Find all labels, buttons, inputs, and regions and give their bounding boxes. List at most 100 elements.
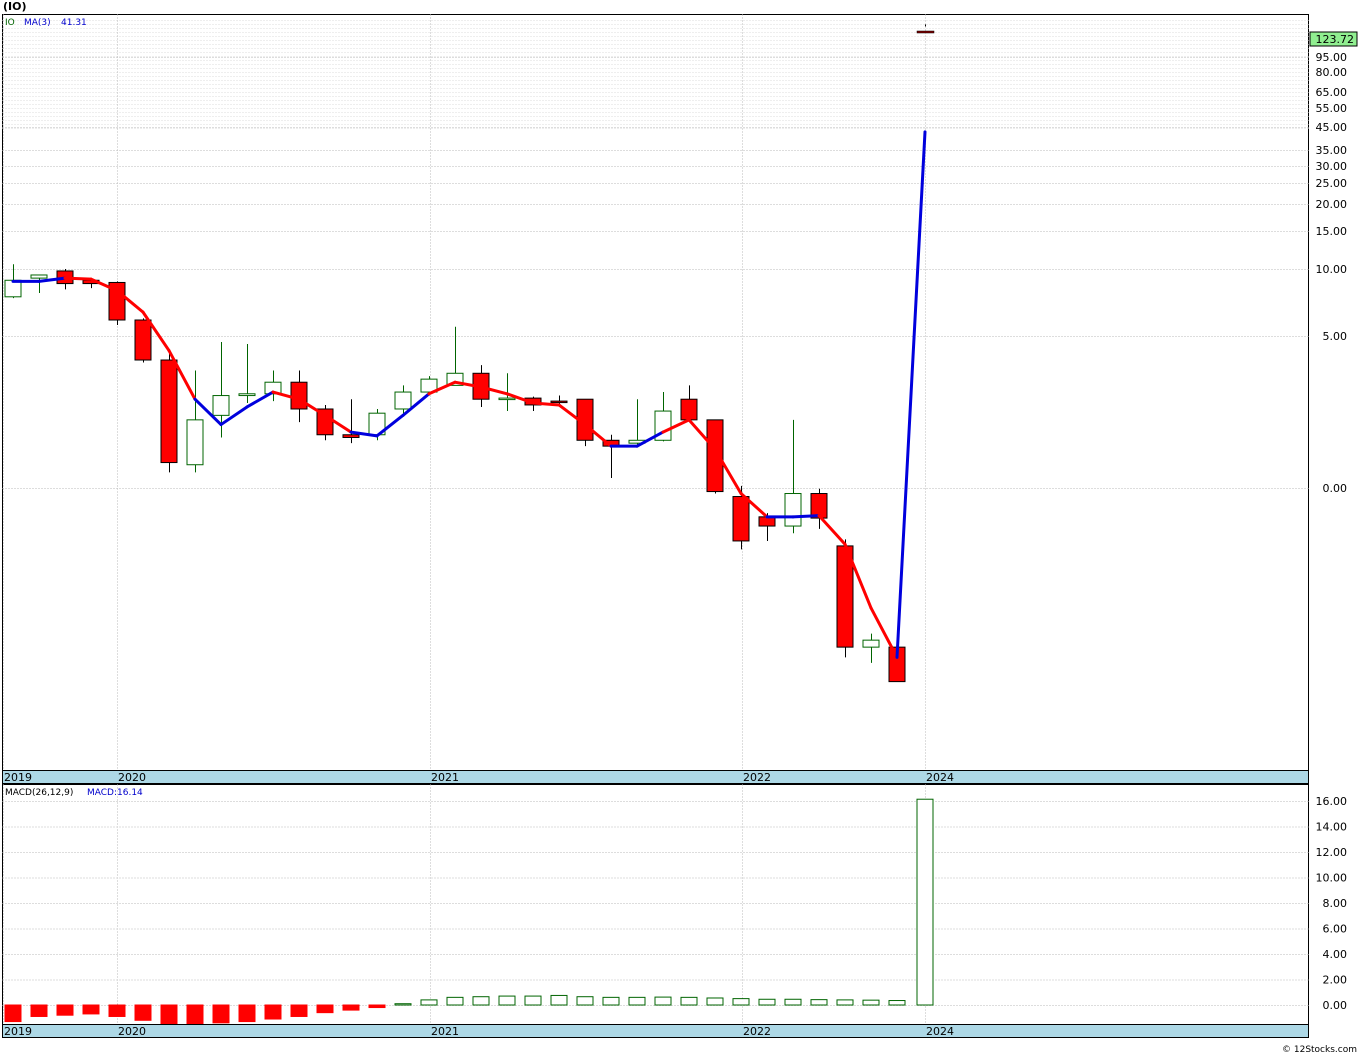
price-y-tick-label: 5.00 (1323, 330, 1348, 343)
macd-bar (108, 1004, 126, 1017)
price-y-tick-label: 20.00 (1316, 198, 1348, 211)
macd-bar (394, 1003, 412, 1006)
macd-bar (446, 996, 464, 1006)
macd-x-axis-band (2, 1024, 1309, 1038)
candle-body (550, 400, 568, 404)
macd-panel (2, 784, 1309, 1025)
macd-bar (836, 999, 854, 1006)
price-x-tick-label: 2020 (118, 771, 146, 784)
candle-body (238, 393, 256, 397)
price-y-tick-label: 95.00 (1316, 51, 1348, 64)
macd-y-tick-label: 6.00 (1323, 923, 1348, 936)
macd-x-tick-label: 2020 (118, 1025, 146, 1038)
price-y-tick-label: 15.00 (1316, 225, 1348, 238)
macd-y-tick-label: 0.00 (1323, 999, 1348, 1012)
macd-bar (472, 996, 490, 1006)
price-y-tick-label: 65.00 (1316, 86, 1348, 99)
macd-bar (134, 1004, 152, 1021)
macd-bar (680, 996, 698, 1006)
candle-body (30, 274, 48, 279)
ma3-segment (63, 276, 93, 281)
price-y-tick-label: 45.00 (1316, 121, 1348, 134)
ma-legend-value: 41.31 (61, 18, 87, 28)
ma-legend-label: MA(3) (24, 18, 51, 28)
price-y-axis: 95.00 80.00 65.00 55.00 45.00 35.00 30.00 25.00… (1316, 51, 1348, 495)
macd-bar (316, 1004, 334, 1014)
macd-bar (784, 998, 802, 1006)
macd-bar (602, 996, 620, 1006)
watermark: © 12Stocks.com (1282, 1045, 1357, 1055)
candle-body (212, 395, 230, 416)
price-y-tick-label: 35.00 (1316, 144, 1348, 157)
macd-bar (758, 998, 776, 1006)
price-y-tick-label: 30.00 (1316, 160, 1348, 173)
price-y-tick-label: 55.00 (1316, 102, 1348, 115)
candle-body (186, 419, 204, 466)
candle-body (784, 493, 802, 527)
macd-bar (654, 996, 672, 1006)
macd-bar (576, 996, 594, 1006)
macd-y-tick-label: 8.00 (1323, 897, 1348, 910)
macd-x-tick-label: 2024 (926, 1025, 954, 1038)
price-x-tick-label: 2021 (431, 771, 459, 784)
macd-x-tick-label: 2019 (4, 1025, 32, 1038)
macd-bar (550, 994, 568, 1006)
macd-y-tick-label: 4.00 (1323, 948, 1348, 961)
macd-bar (524, 995, 542, 1006)
candle-body (732, 496, 750, 542)
macd-bar (56, 1004, 74, 1016)
macd-bar (238, 1004, 256, 1023)
macd-bar (30, 1004, 48, 1017)
macd-bar (212, 1004, 230, 1024)
price-legend-symbol: IO (5, 18, 15, 28)
candle-body (916, 30, 935, 34)
price-x-axis-band (2, 770, 1309, 784)
price-y-tick-label: 25.00 (1316, 177, 1348, 190)
last-price-value: 123.72 (1316, 33, 1355, 46)
macd-legend-label: MACD(26,12,9) (5, 788, 73, 798)
macd-y-tick-label: 14.00 (1316, 821, 1348, 834)
macd-y-tick-label: 16.00 (1316, 795, 1348, 808)
price-x-tick-label: 2022 (743, 771, 771, 784)
price-x-tick-label: 2024 (926, 771, 954, 784)
macd-bar (342, 1004, 360, 1011)
macd-bar (888, 1000, 906, 1006)
candle-body (134, 319, 152, 361)
candle-body (342, 434, 360, 438)
price-x-tick-label: 2019 (4, 771, 32, 784)
candle-body (160, 359, 178, 464)
macd-bar (706, 997, 724, 1006)
macd-bar (160, 1004, 178, 1026)
chart-title: (IO) (3, 0, 27, 13)
macd-bar (186, 1004, 204, 1025)
macd-legend-value: MACD:16.14 (87, 788, 143, 798)
macd-bar (420, 999, 438, 1006)
macd-x-tick-label: 2021 (431, 1025, 459, 1038)
macd-x-tick-label: 2022 (743, 1025, 771, 1038)
macd-y-tick-label: 10.00 (1316, 872, 1348, 885)
macd-bar (862, 999, 880, 1006)
macd-bar (82, 1004, 100, 1015)
macd-bar (628, 996, 646, 1006)
price-y-tick-label: 80.00 (1316, 66, 1348, 79)
macd-bar (4, 1004, 22, 1023)
ma3-segment (791, 514, 821, 519)
macd-bar (916, 798, 934, 1006)
candle-body (706, 419, 724, 493)
candle-body (290, 381, 308, 410)
ma3-segment (531, 401, 561, 407)
macd-y-axis: 16.00 14.00 12.00 10.00 8.00 6.00 4.00 2.00 0.00 (1316, 795, 1348, 1012)
macd-bar (368, 1004, 386, 1009)
price-y-tick-label: 10.00 (1316, 263, 1348, 276)
candle-body (394, 391, 412, 410)
stock-chart: 95.00 80.00 65.00 55.00 45.00 35.00 30.00 25.00… (2, 0, 1358, 1055)
price-y-tick-label: 0.00 (1323, 482, 1348, 495)
candle-body (862, 639, 880, 648)
macd-bar (264, 1004, 282, 1020)
macd-y-tick-label: 2.00 (1323, 974, 1348, 987)
candle-body (680, 398, 698, 421)
macd-bar (810, 999, 828, 1006)
macd-y-tick-label: 12.00 (1316, 846, 1348, 859)
macd-bar (498, 995, 516, 1006)
macd-bar (290, 1004, 308, 1017)
